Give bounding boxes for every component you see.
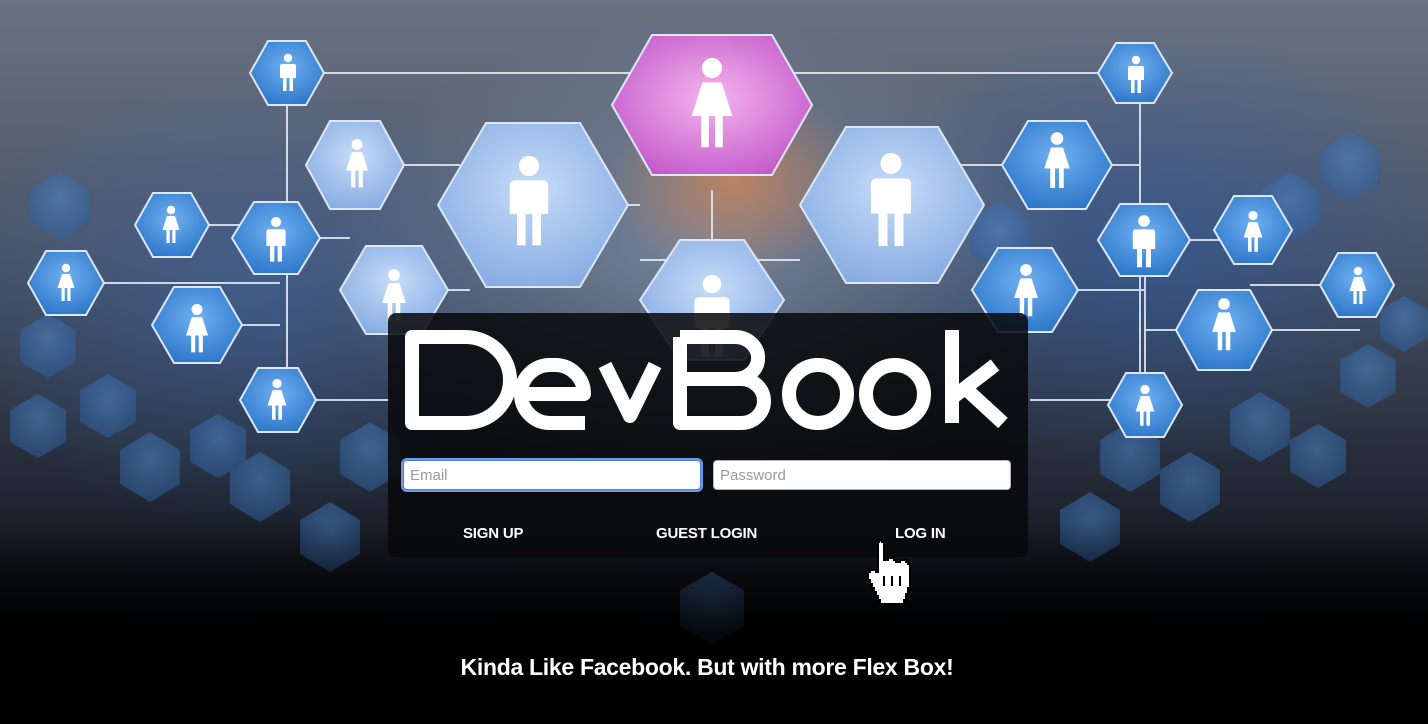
login-actions: SIGN UP GUEST LOGIN LOG IN <box>388 520 1028 548</box>
landing-page: SIGN UP GUEST LOGIN LOG IN Kinda Like Fa… <box>0 0 1428 724</box>
password-input[interactable] <box>713 460 1011 490</box>
hand-pointer-cursor-icon <box>867 539 911 604</box>
tagline: Kinda Like Facebook. But with more Flex … <box>460 654 954 680</box>
sign-up-button[interactable]: SIGN UP <box>463 520 523 548</box>
devbook-logo <box>405 330 1008 430</box>
guest-login-button[interactable]: GUEST LOGIN <box>656 520 757 548</box>
email-input[interactable] <box>403 460 701 490</box>
